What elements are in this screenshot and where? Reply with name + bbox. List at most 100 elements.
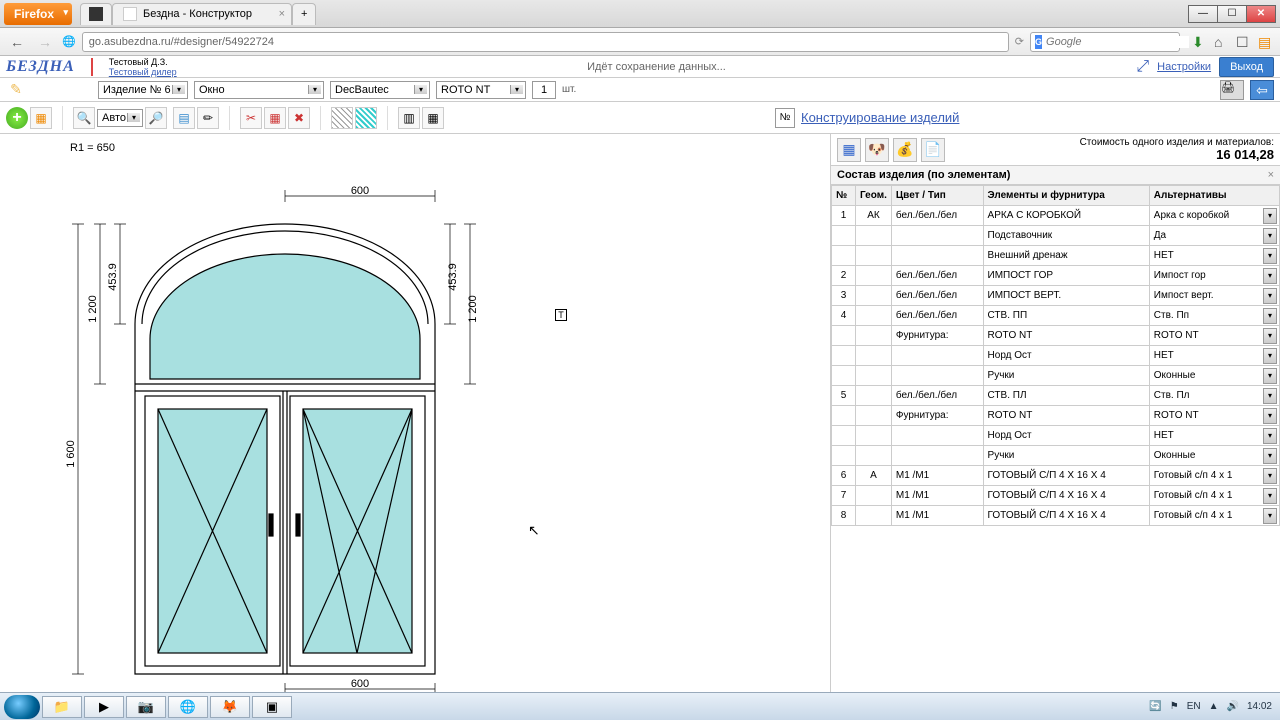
alternative-select[interactable]: НЕТ [1149, 426, 1279, 446]
task-explorer[interactable]: 📁 [42, 696, 82, 718]
fullscreen-icon[interactable]: ⤢ [1136, 58, 1149, 76]
tab-active[interactable]: Бездна - Конструктор × [112, 3, 292, 25]
table-row[interactable]: 2бел./бел./белИМПОСТ ГОРИмпост гор [832, 266, 1280, 286]
alternative-select[interactable]: Оконные [1149, 366, 1279, 386]
zoom-tool[interactable]: 🔍 [73, 107, 95, 129]
search-box[interactable]: G [1030, 32, 1180, 52]
back-button[interactable]: ← [6, 31, 28, 53]
print-button[interactable]: 🖨 [1220, 80, 1244, 100]
table-row[interactable]: Норд ОстНЕТ [832, 426, 1280, 446]
zoom-select[interactable]: Авто [97, 109, 143, 127]
template-button[interactable]: ▦ [30, 107, 52, 129]
profile-select[interactable]: DecBautec [330, 81, 430, 99]
table-row[interactable]: Внешний дренажНЕТ [832, 246, 1280, 266]
svg-text:453.9: 453.9 [447, 263, 459, 291]
text-marker[interactable]: T [555, 309, 567, 321]
dealer-link[interactable]: Тестовый дилер [109, 67, 177, 77]
type-select[interactable]: Окно [194, 81, 324, 99]
alternative-select[interactable]: Ств. Пл [1149, 386, 1279, 406]
grid-tool[interactable]: ▦ [264, 107, 286, 129]
table-row[interactable]: 6АМ1 /М1ГОТОВЫЙ С/П 4 Х 16 Х 4Готовый с/… [832, 466, 1280, 486]
delete-tool[interactable]: ✖ [288, 107, 310, 129]
user-info: Тестовый Д.З. Тестовый дилер [109, 57, 177, 77]
alternative-select[interactable]: Готовый с/п 4 х 1 [1149, 506, 1279, 526]
reload-icon[interactable]: ⟳ [1015, 35, 1024, 48]
task-photo[interactable]: 📷 [126, 696, 166, 718]
hatch-1-button[interactable] [331, 107, 353, 129]
cut-tool[interactable]: ✂ [240, 107, 262, 129]
table-row[interactable]: 7М1 /М1ГОТОВЫЙ С/П 4 Х 16 Х 4Готовый с/п… [832, 486, 1280, 506]
add-button[interactable]: + [6, 107, 28, 129]
alternative-select[interactable]: Импост верт. [1149, 286, 1279, 306]
alternative-select[interactable]: Арка с коробкой [1149, 206, 1279, 226]
alternative-select[interactable]: ROTO NT [1149, 406, 1279, 426]
download-icon[interactable]: ⬇ [1192, 34, 1208, 50]
panel-title: Состав изделия (по элементам) [837, 169, 1010, 181]
hatch-2-button[interactable] [355, 107, 377, 129]
radius-label: R1 = 650 [70, 142, 115, 154]
settings-link[interactable]: Настройки [1157, 61, 1211, 73]
svg-text:600: 600 [351, 185, 369, 197]
search-input[interactable] [1046, 36, 1189, 48]
start-button[interactable] [4, 695, 40, 719]
exit-button[interactable]: Выход [1219, 57, 1274, 77]
quantity-input[interactable] [532, 81, 556, 99]
close-button[interactable]: ✕ [1246, 5, 1276, 23]
fit-tool[interactable]: 🔎 [145, 107, 167, 129]
alternative-select[interactable]: ROTO NT [1149, 326, 1279, 346]
home-icon[interactable]: ⌂ [1214, 34, 1230, 50]
task-app[interactable]: ▣ [252, 696, 292, 718]
layout-2-button[interactable]: ▦ [422, 107, 444, 129]
view-color-button[interactable]: 🐶 [865, 138, 889, 162]
table-row[interactable]: РучкиОконные [832, 366, 1280, 386]
table-row[interactable]: ПодставочникДа [832, 226, 1280, 246]
alternative-select[interactable]: Оконные [1149, 446, 1279, 466]
task-media[interactable]: ▶ [84, 696, 124, 718]
dimensions-tool[interactable]: ▤ [173, 107, 195, 129]
table-row[interactable]: Фурнитура:ROTO NTROTO NT [832, 326, 1280, 346]
table-row[interactable]: 3бел./бел./белИМПОСТ ВЕРТ.Импост верт. [832, 286, 1280, 306]
svg-text:1 600: 1 600 [65, 440, 77, 468]
table-row[interactable]: 8М1 /М1ГОТОВЫЙ С/П 4 Х 16 Х 4Готовый с/п… [832, 506, 1280, 526]
feed-icon[interactable]: ▤ [1258, 34, 1274, 50]
table-row[interactable]: 4бел./бел./белСТВ. ППСтв. Пп [832, 306, 1280, 326]
minimize-button[interactable]: — [1188, 5, 1218, 23]
product-select[interactable]: Изделие № 6 [98, 81, 188, 99]
task-chrome[interactable]: 🌐 [168, 696, 208, 718]
unit-label: шт. [562, 84, 576, 95]
alternative-select[interactable]: Да [1149, 226, 1279, 246]
drawing-canvas[interactable]: R1 = 650 600 [0, 134, 830, 692]
table-row[interactable]: Фурнитура:ROTO NTROTO NT [832, 406, 1280, 426]
forward-button[interactable]: → [34, 31, 56, 53]
alternative-select[interactable]: Импост гор [1149, 266, 1279, 286]
taskbar: 📁 ▶ 📷 🌐 🦊 ▣ 🔄⚑EN ▲🔊 14:02 [0, 692, 1280, 720]
view-list-button[interactable]: ▦ [837, 138, 861, 162]
back-to-list-button[interactable]: ⇦ [1250, 80, 1274, 100]
view-cost-button[interactable]: 💰 [893, 138, 917, 162]
note-icon[interactable]: ✎ [6, 80, 26, 100]
maximize-button[interactable]: ☐ [1217, 5, 1247, 23]
alternative-select[interactable]: НЕТ [1149, 246, 1279, 266]
tab-close-icon[interactable]: × [279, 8, 285, 20]
layout-1-button[interactable]: ▥ [398, 107, 420, 129]
draw-tool[interactable]: ✏ [197, 107, 219, 129]
system-tray[interactable]: 🔄⚑EN ▲🔊 14:02 [1149, 701, 1276, 712]
tab-other[interactable] [80, 3, 112, 25]
table-row[interactable]: Норд ОстНЕТ [832, 346, 1280, 366]
task-firefox[interactable]: 🦊 [210, 696, 250, 718]
view-doc-button[interactable]: 📄 [921, 138, 945, 162]
url-input[interactable] [82, 32, 1009, 52]
alternative-select[interactable]: Ств. Пп [1149, 306, 1279, 326]
panel-close-icon[interactable]: × [1268, 169, 1274, 181]
bookmark-icon[interactable]: ☐ [1236, 34, 1252, 50]
fittings-select[interactable]: ROTO NT [436, 81, 526, 99]
app-header: БЕЗДНА Тестовый Д.З. Тестовый дилер Идёт… [0, 56, 1280, 78]
table-row[interactable]: РучкиОконные [832, 446, 1280, 466]
new-tab-button[interactable]: + [292, 3, 316, 25]
firefox-menu-button[interactable]: Firefox [4, 3, 72, 25]
table-row[interactable]: 5бел./бел./белСТВ. ПЛСтв. Пл [832, 386, 1280, 406]
table-row[interactable]: 1АКбел./бел./белАРКА С КОРОБКОЙАрка с ко… [832, 206, 1280, 226]
alternative-select[interactable]: Готовый с/п 4 х 1 [1149, 466, 1279, 486]
alternative-select[interactable]: Готовый с/п 4 х 1 [1149, 486, 1279, 506]
alternative-select[interactable]: НЕТ [1149, 346, 1279, 366]
